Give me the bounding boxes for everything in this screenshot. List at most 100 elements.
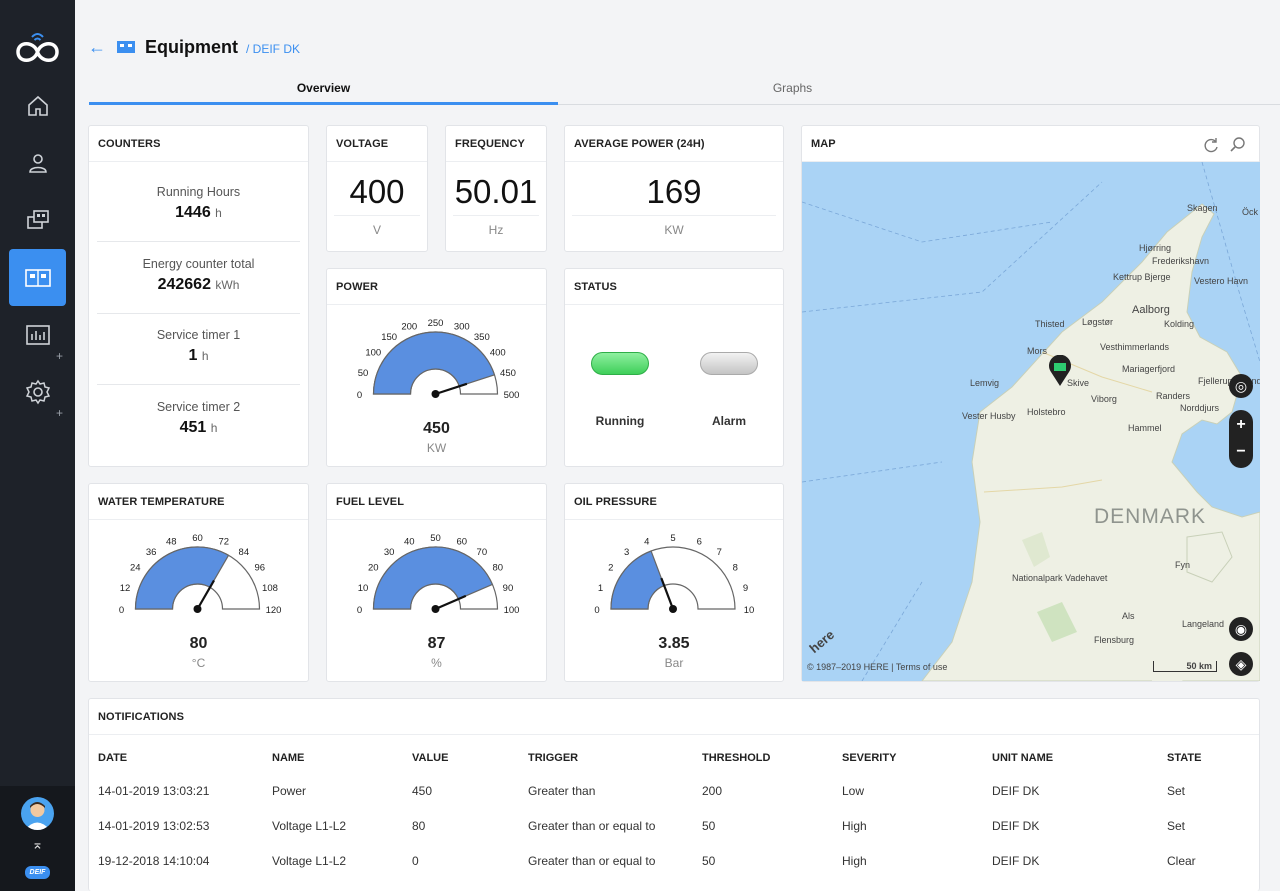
collapse-up-icon[interactable]: ⌅ [0, 836, 75, 853]
zoom-out-button[interactable]: − [1229, 439, 1253, 468]
map-place-label: Nationalpark Vadehavet [1012, 573, 1108, 583]
cell-date: 14-01-2019 13:02:53 [98, 818, 210, 833]
column-header[interactable]: SEVERITY [842, 743, 992, 773]
sidebar-item-groups[interactable] [9, 191, 66, 248]
layers-icon[interactable]: ◈ [1229, 652, 1253, 676]
table-row[interactable]: 14-01-2019 13:02:53 Voltage L1-L2 80 Gre… [98, 808, 1258, 843]
app-logo-icon[interactable] [10, 26, 65, 66]
counter-label: Service timer 1 [156, 328, 241, 342]
map-place-label: Als [1122, 611, 1135, 621]
gauge-tick-label: 0 [357, 605, 362, 616]
gauge-tick-label: 90 [503, 583, 514, 594]
sidebar-footer: ⌅ DEIF [0, 786, 75, 891]
cell-date: 19-12-2018 14:10:04 [98, 853, 210, 868]
fuel-level-gauge: 0 10 20 30 40 50 60 70 8090 100 [357, 533, 520, 616]
frequency-unit: Hz [488, 223, 504, 237]
column-header[interactable]: TRIGGER [528, 743, 702, 773]
average-power-card: AVERAGE POWER (24H) 169 KW [564, 125, 784, 252]
fuel-level-card: FUEL LEVEL 0 10 20 30 40 50 60 70 80 90 100 87 % [326, 483, 547, 682]
table-row[interactable]: 14-01-2019 13:03:21 Power 450 Greater th… [98, 773, 1258, 808]
breadcrumb[interactable]: / DEIF DK [246, 42, 300, 56]
counter-label: Running Hours [156, 185, 241, 199]
equipment-map-marker-icon[interactable] [1048, 355, 1072, 387]
refresh-icon[interactable] [1202, 136, 1220, 154]
cell-trigger: Greater than [528, 783, 596, 798]
divider [453, 215, 539, 216]
gauge-tick-label: 12 [120, 583, 131, 594]
map-place-label: Randers [1156, 391, 1191, 401]
cell-state: Set [1167, 818, 1186, 833]
gauge-tick-label: 7 [717, 547, 722, 558]
map-place-label: Hammel [1128, 423, 1162, 433]
gauge-tick-label: 70 [477, 547, 488, 558]
gauge-hub [669, 605, 677, 613]
counter-running-hours: Running Hours 1446 h [97, 185, 300, 222]
column-header[interactable]: VALUE [412, 743, 528, 773]
gauge-tick-label: 80 [492, 563, 503, 574]
running-indicator [591, 352, 649, 375]
map-attribution[interactable]: © 1987–2019 HERE | Terms of use [807, 662, 947, 672]
sidebar-item-settings[interactable]: + [9, 363, 66, 420]
gauge-tick-label: 40 [404, 537, 415, 548]
oil-pressure-unit: Bar [664, 656, 684, 670]
map-place-label: Skagen [1187, 203, 1218, 213]
voltage-unit: V [372, 223, 381, 237]
page-header: ← Equipment / DEIF DK [88, 34, 300, 60]
card-title: COUNTERS [89, 126, 308, 162]
column-header[interactable]: UNIT NAME [992, 743, 1167, 773]
running-label: Running [595, 414, 645, 428]
gauge-tick-label: 400 [490, 348, 506, 359]
oil-pressure-value: 3.85 [658, 635, 690, 652]
column-header[interactable]: THRESHOLD [702, 743, 842, 773]
map-place-label: Vester Husby [962, 411, 1016, 421]
gauge-tick-label: 1 [598, 583, 603, 594]
gauge-tick-label: 0 [357, 390, 362, 401]
avatar[interactable] [21, 797, 54, 830]
map-canvas[interactable]: Skagen Öck Hjørring Frederikshavn Kettru… [802, 162, 1260, 681]
deif-logo: DEIF [25, 866, 50, 879]
map-place-label: Fyn [1175, 560, 1191, 570]
gauge-tick-label: 8 [733, 563, 738, 574]
map-place-label: Aalborg [1132, 304, 1170, 316]
tab-overview[interactable]: Overview [89, 74, 558, 105]
equipment-icon [24, 268, 51, 287]
eye-icon[interactable]: ◉ [1229, 617, 1253, 641]
gauge-tick-label: 5 [670, 533, 675, 544]
cell-threshold: 50 [702, 818, 716, 833]
map-place-label: Kettrup Bjerge [1113, 272, 1171, 282]
sidebar: + + ⌅ DEIF [0, 0, 75, 891]
cell-unit-name: DEIF DK [992, 783, 1040, 798]
water-temperature-card: WATER TEMPERATURE 0 12 24 36 48 60 72 84 96 108 12… [88, 483, 309, 682]
locate-icon[interactable]: ◎ [1229, 374, 1253, 398]
column-header[interactable]: STATE [1167, 743, 1258, 773]
tab-graphs[interactable]: Graphs [558, 74, 1027, 105]
expand-plus-icon: + [55, 349, 63, 363]
frequency-card: FREQUENCY 50.01 Hz [445, 125, 547, 252]
card-title: FREQUENCY [446, 126, 546, 162]
gauge-hub [193, 605, 202, 613]
column-header[interactable]: NAME [272, 743, 412, 773]
sidebar-item-home[interactable] [9, 77, 66, 134]
zoom-in-button[interactable]: + [1229, 410, 1253, 439]
sidebar-item-users[interactable] [9, 134, 66, 191]
map-country-label: DENMARK [1094, 505, 1207, 528]
gauge-tick-label: 60 [456, 537, 467, 548]
table-row[interactable]: 19-12-2018 14:10:04 Voltage L1-L2 0 Grea… [98, 843, 1258, 878]
column-header[interactable]: DATE [98, 743, 272, 773]
sidebar-item-reports[interactable]: + [9, 306, 66, 363]
fuel-level-unit: % [431, 656, 442, 670]
gauge-tick-label: 24 [130, 563, 141, 574]
search-icon[interactable] [1229, 136, 1247, 154]
divider [97, 241, 300, 242]
back-arrow-icon[interactable]: ← [88, 37, 106, 58]
map-place-label: Kolding [1164, 319, 1195, 329]
oil-pressure-card: OIL PRESSURE 0 1 2 3 4 5 6 7 8 9 10 3.85 Bar [564, 483, 784, 682]
counter-energy-total: Energy counter total 242662 kWh [97, 257, 300, 294]
gauge-tick-label: 20 [368, 563, 379, 574]
water-temperature-unit: °C [191, 656, 206, 670]
gauge-tick-label: 72 [218, 537, 229, 548]
sidebar-item-equipment[interactable] [9, 249, 66, 306]
divider [572, 215, 776, 216]
cell-threshold: 50 [702, 853, 716, 868]
power-unit: KW [426, 441, 447, 455]
